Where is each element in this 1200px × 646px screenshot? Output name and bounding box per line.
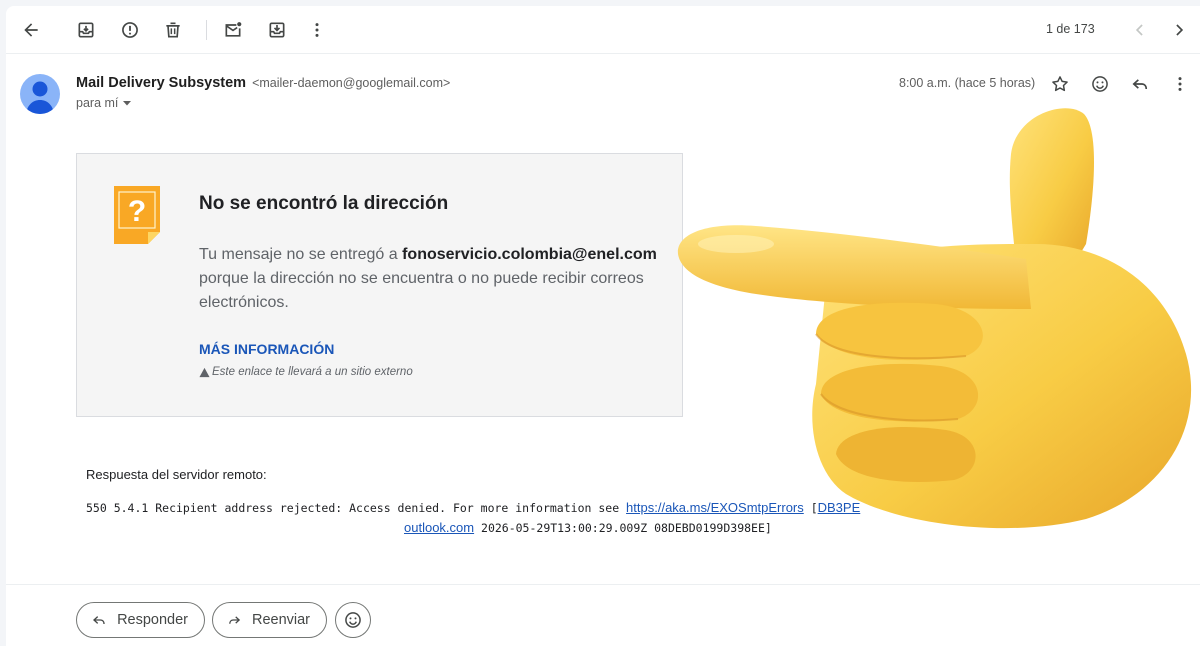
delete-icon [166, 22, 180, 38]
mark-unread-icon [225, 22, 242, 37]
external-link-note: Este enlace te llevará a un sitio extern… [199, 366, 413, 378]
bounce-message-suffix: porque la dirección no se encuentra o no… [199, 270, 644, 311]
more-vert-icon [315, 23, 319, 37]
mark-unread-button[interactable] [213, 10, 253, 50]
message-time: 8:00 a.m. (hace 5 horas) [899, 76, 1036, 90]
bounce-message: Tu mensaje no se entregó a fonoservicio.… [199, 243, 659, 315]
pager-count: 1 de 173 [1046, 22, 1095, 36]
message-toolbar: 1 de 173 [6, 6, 1200, 54]
person-icon [26, 81, 54, 114]
star-icon [1052, 76, 1068, 92]
forward-button[interactable]: Reenviar [212, 602, 327, 638]
unknown-address-icon: ? [114, 186, 160, 244]
more-info-link[interactable]: MÁS INFORMACIÓN [199, 341, 334, 357]
more-vert-icon [1178, 77, 1182, 91]
server-host-link-tail[interactable]: outlook.com [404, 520, 474, 535]
reply-icon [93, 616, 105, 625]
more-options-button[interactable] [297, 10, 337, 50]
newer-button[interactable] [1120, 10, 1160, 50]
move-to-button[interactable] [257, 10, 297, 50]
chevron-left-icon [1135, 24, 1143, 36]
back-button[interactable] [11, 10, 51, 50]
warning-icon [199, 367, 210, 377]
sender-line: Mail Delivery Subsystem <mailer-daemon@g… [76, 75, 450, 91]
server-response-label: Respuesta del servidor remoto: [86, 467, 267, 482]
reply-label: Responder [117, 612, 188, 628]
reply-button[interactable]: Responder [76, 602, 205, 638]
bounce-title: No se encontró la dirección [199, 193, 449, 214]
response-text-start: 550 5.4.1 Recipient address rejected: Ac… [86, 501, 627, 515]
react-button[interactable] [335, 602, 371, 638]
report-spam-button[interactable] [110, 10, 150, 50]
bounce-message-prefix: Tu mensaje no se entregó a [199, 246, 403, 263]
sender-name[interactable]: Mail Delivery Subsystem [76, 75, 246, 91]
move-to-icon [269, 22, 285, 38]
older-button[interactable] [1159, 10, 1199, 50]
chevron-right-icon [1176, 24, 1184, 36]
caret-down-icon [123, 101, 132, 106]
sender-email: <mailer-daemon@googlemail.com> [252, 76, 451, 90]
emoji-icon [1092, 76, 1108, 92]
avatar[interactable] [20, 74, 60, 114]
svg-text:?: ? [128, 195, 146, 228]
recipient-details-toggle[interactable]: para mí [76, 96, 132, 110]
emoji-icon [345, 612, 361, 628]
bounce-recipient: fonoservicio.colombia@enel.com [402, 246, 657, 263]
to-label: para mí [76, 96, 119, 110]
reply-icon [1132, 79, 1148, 90]
external-note-text: Este enlace te llevará a un sitio extern… [212, 366, 413, 378]
delete-button[interactable] [153, 10, 193, 50]
forward-label: Reenviar [251, 612, 310, 628]
back-arrow-icon [24, 23, 38, 37]
bounce-notice-card: ? No se encontró la dirección Tu mensaje… [76, 153, 683, 417]
archive-icon [78, 22, 94, 38]
archive-button[interactable] [66, 10, 106, 50]
footer-divider [6, 584, 1200, 585]
forward-icon [229, 616, 241, 624]
report-spam-icon [122, 22, 138, 38]
email-view: 1 de 173 Mail Delivery Subsystem <mailer… [6, 6, 1200, 646]
pointing-hand-icon [677, 108, 1192, 529]
toolbar-separator [206, 20, 207, 40]
